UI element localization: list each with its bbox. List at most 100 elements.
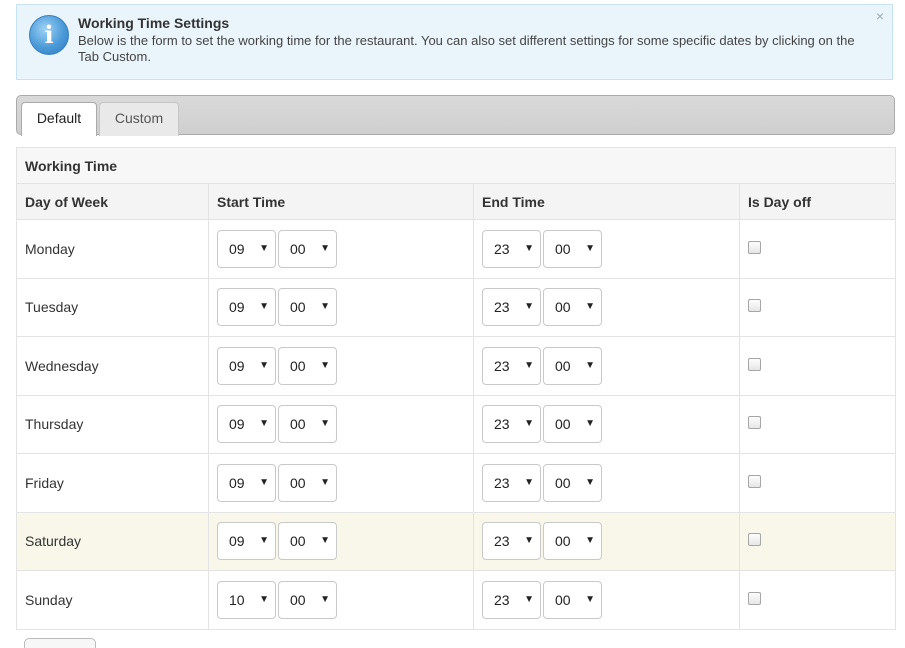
chevron-down-icon: ▼ xyxy=(320,476,330,488)
day-off-cell xyxy=(739,336,896,396)
select-value: 23 xyxy=(494,474,510,491)
start-hour-select[interactable]: 09 ▼ xyxy=(217,463,276,502)
end-time-cell: 23 ▼ 00 ▼ xyxy=(473,394,740,454)
chevron-down-icon: ▼ xyxy=(524,359,534,371)
day-off-checkbox[interactable] xyxy=(748,591,761,605)
table-row: Saturday 09 ▼ 00 ▼ 23 ▼ 00 ▼ xyxy=(16,511,896,571)
end-minute-select[interactable]: 00 ▼ xyxy=(543,405,602,444)
end-time-cell: 23 ▼ 00 ▼ xyxy=(473,219,740,279)
start-time-cell: 09 ▼ 00 ▼ xyxy=(208,453,474,513)
day-name: Wednesday xyxy=(16,336,209,396)
info-notice: i Working Time Settings Below is the for… xyxy=(16,4,893,80)
table-row: Thursday 09 ▼ 00 ▼ 23 ▼ 00 ▼ xyxy=(16,394,896,454)
end-hour-select[interactable]: 23 ▼ xyxy=(482,229,541,268)
select-value: 00 xyxy=(555,357,571,374)
start-hour-select[interactable]: 09 ▼ xyxy=(217,229,276,268)
save-button[interactable] xyxy=(24,638,96,648)
start-time-cell: 09 ▼ 00 ▼ xyxy=(208,511,474,571)
select-value: 23 xyxy=(494,299,510,316)
end-hour-select[interactable]: 23 ▼ xyxy=(482,522,541,561)
column-header-start-time: Start Time xyxy=(208,183,474,220)
end-minute-select[interactable]: 00 ▼ xyxy=(543,288,602,327)
close-icon[interactable]: × xyxy=(876,8,884,24)
start-time-cell: 09 ▼ 00 ▼ xyxy=(208,277,474,337)
start-minute-select[interactable]: 00 ▼ xyxy=(278,288,337,327)
day-off-checkbox[interactable] xyxy=(748,474,761,488)
start-minute-select[interactable]: 00 ▼ xyxy=(278,405,337,444)
chevron-down-icon: ▼ xyxy=(524,418,534,430)
end-minute-select[interactable]: 00 ▼ xyxy=(543,463,602,502)
start-hour-select[interactable]: 09 ▼ xyxy=(217,346,276,385)
chevron-down-icon: ▼ xyxy=(585,242,595,254)
end-time-cell: 23 ▼ 00 ▼ xyxy=(473,511,740,571)
select-value: 00 xyxy=(555,416,571,433)
chevron-down-icon: ▼ xyxy=(585,418,595,430)
day-off-cell xyxy=(739,453,896,513)
start-hour-select[interactable]: 09 ▼ xyxy=(217,522,276,561)
chevron-down-icon: ▼ xyxy=(320,242,330,254)
select-value: 23 xyxy=(494,416,510,433)
info-icon: i xyxy=(29,15,69,55)
select-value: 09 xyxy=(229,474,245,491)
chevron-down-icon: ▼ xyxy=(585,359,595,371)
chevron-down-icon: ▼ xyxy=(259,593,269,605)
select-value: 09 xyxy=(229,533,245,550)
working-time-table: Working Time Day of Week Start Time End … xyxy=(16,147,896,630)
select-value: 23 xyxy=(494,591,510,608)
chevron-down-icon: ▼ xyxy=(320,301,330,313)
start-minute-select[interactable]: 00 ▼ xyxy=(278,346,337,385)
tab-default[interactable]: Default xyxy=(21,102,97,136)
end-minute-select[interactable]: 00 ▼ xyxy=(543,580,602,619)
start-hour-select[interactable]: 09 ▼ xyxy=(217,405,276,444)
end-time-cell: 23 ▼ 00 ▼ xyxy=(473,453,740,513)
table-row: Friday 09 ▼ 00 ▼ 23 ▼ 00 ▼ xyxy=(16,453,896,513)
end-hour-select[interactable]: 23 ▼ xyxy=(482,346,541,385)
end-hour-select[interactable]: 23 ▼ xyxy=(482,463,541,502)
start-hour-select[interactable]: 09 ▼ xyxy=(217,288,276,327)
chevron-down-icon: ▼ xyxy=(259,242,269,254)
end-hour-select[interactable]: 23 ▼ xyxy=(482,405,541,444)
day-name: Saturday xyxy=(16,511,209,571)
chevron-down-icon: ▼ xyxy=(524,476,534,488)
day-off-cell xyxy=(739,394,896,454)
start-time-cell: 10 ▼ 00 ▼ xyxy=(208,570,474,630)
start-minute-select[interactable]: 00 ▼ xyxy=(278,580,337,619)
column-header-end-time: End Time xyxy=(473,183,740,220)
chevron-down-icon: ▼ xyxy=(259,359,269,371)
start-time-cell: 09 ▼ 00 ▼ xyxy=(208,219,474,279)
chevron-down-icon: ▼ xyxy=(585,593,595,605)
day-off-checkbox[interactable] xyxy=(748,299,761,313)
chevron-down-icon: ▼ xyxy=(320,535,330,547)
end-minute-select[interactable]: 00 ▼ xyxy=(543,229,602,268)
table-body: Monday 09 ▼ 00 ▼ 23 ▼ 00 ▼ Tuesday 09 ▼ 00 ▼ 23 ▼ 00 ▼ Wed… xyxy=(16,219,896,630)
start-hour-select[interactable]: 10 ▼ xyxy=(217,580,276,619)
start-time-cell: 09 ▼ 00 ▼ xyxy=(208,394,474,454)
chevron-down-icon: ▼ xyxy=(524,593,534,605)
chevron-down-icon: ▼ xyxy=(259,535,269,547)
start-minute-select[interactable]: 00 ▼ xyxy=(278,229,337,268)
day-off-checkbox[interactable] xyxy=(748,533,761,547)
day-off-cell xyxy=(739,511,896,571)
select-value: 10 xyxy=(229,591,245,608)
select-value: 09 xyxy=(229,299,245,316)
start-time-cell: 09 ▼ 00 ▼ xyxy=(208,336,474,396)
end-hour-select[interactable]: 23 ▼ xyxy=(482,288,541,327)
end-minute-select[interactable]: 00 ▼ xyxy=(543,346,602,385)
table-row: Sunday 10 ▼ 00 ▼ 23 ▼ 00 ▼ xyxy=(16,570,896,630)
day-off-checkbox[interactable] xyxy=(748,416,761,430)
day-off-checkbox[interactable] xyxy=(748,357,761,371)
day-off-checkbox[interactable] xyxy=(748,240,761,254)
start-minute-select[interactable]: 00 ▼ xyxy=(278,522,337,561)
end-time-cell: 23 ▼ 00 ▼ xyxy=(473,336,740,396)
chevron-down-icon: ▼ xyxy=(320,418,330,430)
tab-custom[interactable]: Custom xyxy=(99,102,179,136)
select-value: 00 xyxy=(290,533,306,550)
start-minute-select[interactable]: 00 ▼ xyxy=(278,463,337,502)
end-hour-select[interactable]: 23 ▼ xyxy=(482,580,541,619)
select-value: 00 xyxy=(290,240,306,257)
day-name: Friday xyxy=(16,453,209,513)
select-value: 00 xyxy=(290,591,306,608)
chevron-down-icon: ▼ xyxy=(524,301,534,313)
day-name: Thursday xyxy=(16,394,209,454)
end-minute-select[interactable]: 00 ▼ xyxy=(543,522,602,561)
